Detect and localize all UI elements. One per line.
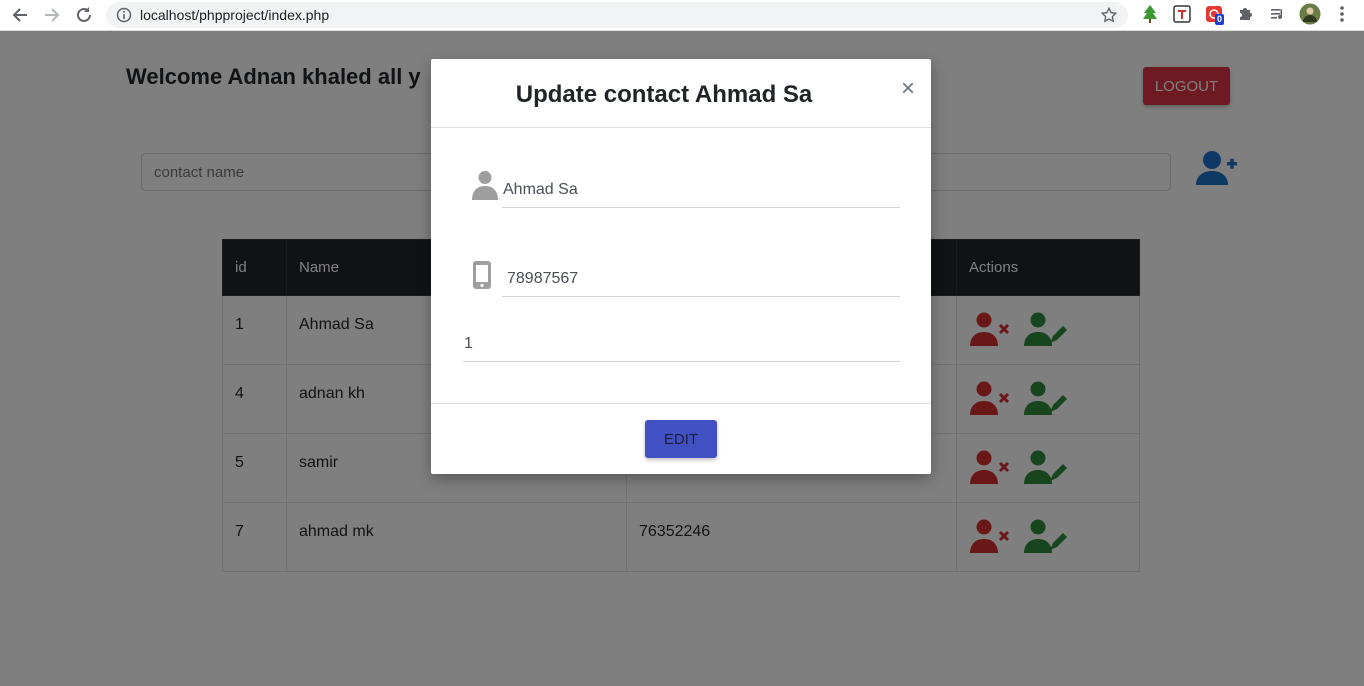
- browser-toolbar: localhost/phpproject/index.php 0: [0, 0, 1364, 31]
- update-contact-modal: Update contact Ahmad Sa × Ahmad Sa 78987…: [431, 59, 931, 474]
- contact-phone-input[interactable]: 78987567: [502, 269, 900, 297]
- forward-arrow-icon[interactable]: [40, 3, 64, 27]
- modal-footer: EDIT: [431, 403, 931, 474]
- modal-header: Update contact Ahmad Sa ×: [431, 59, 931, 128]
- red-extension-icon[interactable]: 0: [1203, 3, 1225, 25]
- edit-button[interactable]: EDIT: [645, 420, 717, 458]
- tree-extension-icon[interactable]: [1139, 3, 1161, 25]
- info-icon[interactable]: [116, 7, 132, 28]
- url-text: localhost/phpproject/index.php: [140, 7, 330, 23]
- back-arrow-icon[interactable]: [8, 3, 32, 27]
- bookmark-star-icon[interactable]: [1100, 6, 1118, 29]
- modal-title: Update contact Ahmad Sa: [515, 81, 813, 108]
- reload-icon[interactable]: [72, 3, 96, 27]
- contact-phone-value: 78987567: [507, 270, 579, 287]
- t-extension-icon[interactable]: [1171, 3, 1193, 25]
- menu-dots-icon[interactable]: [1331, 3, 1353, 25]
- extensions-puzzle-icon[interactable]: [1235, 3, 1257, 25]
- mobile-phone-icon: [472, 260, 492, 295]
- contact-id-value: 1: [464, 335, 473, 352]
- extension-badge: 0: [1215, 14, 1225, 25]
- address-bar[interactable]: localhost/phpproject/index.php: [106, 2, 1128, 28]
- profile-avatar[interactable]: [1299, 3, 1321, 25]
- contact-name-value: Ahmad Sa: [503, 181, 578, 198]
- close-icon[interactable]: ×: [901, 77, 915, 101]
- user-icon: [472, 170, 498, 205]
- contact-name-input[interactable]: Ahmad Sa: [502, 180, 900, 208]
- media-queue-icon[interactable]: [1267, 3, 1289, 25]
- contact-id-input[interactable]: 1: [463, 334, 900, 362]
